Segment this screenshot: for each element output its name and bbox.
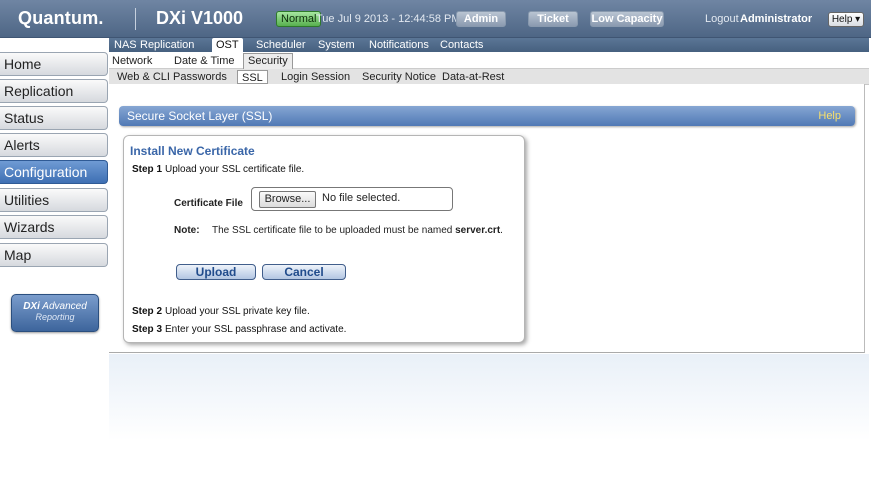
left-navigation: Home Replication Status Alerts Configura… [0, 38, 109, 478]
advanced-reporting-title: DXi Advanced [23, 301, 87, 312]
status-badge[interactable]: Normal [276, 11, 322, 27]
step-2-text: Upload your SSL private key file. [165, 306, 310, 317]
step-2: Step 2 Upload your SSL private key file. [132, 306, 310, 317]
lower-background [109, 354, 869, 478]
header-divider [135, 8, 136, 30]
tab-security[interactable]: Security [243, 53, 293, 69]
nav-alerts[interactable]: Alerts [0, 133, 108, 157]
nav-configuration[interactable]: Configuration [0, 160, 108, 184]
panel-title: Install New Certificate [130, 144, 255, 158]
browse-button[interactable]: Browse... [259, 191, 316, 208]
help-menu-button[interactable]: Help ▾ [828, 12, 864, 27]
cancel-button[interactable]: Cancel [262, 264, 346, 280]
tab-replication[interactable]: Replication [140, 38, 194, 52]
advanced-reporting-subtitle: Reporting [35, 312, 75, 322]
tab-notifications[interactable]: Notifications [369, 38, 429, 52]
upload-button[interactable]: Upload [176, 264, 256, 280]
certificate-file-label: Certificate File [174, 198, 243, 209]
nav-wizards[interactable]: Wizards [0, 215, 108, 239]
note-text: The SSL certificate file to be uploaded … [212, 225, 503, 236]
install-certificate-panel: Install New Certificate Step 1 Upload you… [123, 135, 525, 343]
tab-security-notice[interactable]: Security Notice [362, 70, 436, 84]
tab-date-time[interactable]: Date & Time [174, 54, 235, 68]
tab-nas[interactable]: NAS [114, 38, 137, 52]
step-3: Step 3 Enter your SSL passphrase and acti… [132, 324, 346, 335]
step-2-label: Step 2 [132, 306, 163, 317]
tab-ssl[interactable]: SSL [237, 70, 268, 84]
user-name: Administrator [740, 13, 813, 25]
ticket-button[interactable]: Ticket [528, 11, 578, 27]
admin-button[interactable]: Admin [456, 11, 506, 27]
step-1-text: Upload your SSL certificate file. [165, 164, 305, 175]
step-1: Step 1 Upload your SSL certificate file. [132, 164, 304, 175]
tab-data-at-rest[interactable]: Data-at-Rest [442, 70, 504, 84]
note-label: Note: [174, 225, 200, 236]
note-filename: server.crt [455, 225, 501, 236]
advanced-reporting-button[interactable]: DXi Advanced Reporting [11, 294, 99, 332]
nav-home[interactable]: Home [0, 52, 108, 76]
section-help-link[interactable]: Help [818, 106, 841, 126]
nav-replication[interactable]: Replication [0, 79, 108, 103]
nav-map[interactable]: Map [0, 243, 108, 267]
nav-status[interactable]: Status [0, 106, 108, 130]
section-title-bar: Secure Socket Layer (SSL) Help [119, 106, 855, 126]
tab-network[interactable]: Network [112, 54, 152, 68]
content-area: NAS Replication OST Scheduler System Not… [109, 38, 869, 478]
tab-scheduler[interactable]: Scheduler [256, 38, 306, 52]
product-name: DXi V1000 [156, 8, 244, 28]
low-capacity-button[interactable]: Low Capacity [590, 11, 664, 27]
tab-login-session[interactable]: Login Session [281, 70, 350, 84]
file-status-text: No file selected. [322, 192, 401, 204]
tertiary-tab-bar: Web & CLI Passwords SSL Login Session Se… [109, 69, 869, 85]
tab-system[interactable]: System [318, 38, 355, 52]
header-bar: Quantum. DXi V1000 Normal Tue Jul 9 2013… [0, 0, 871, 38]
quantum-logo: Quantum. [18, 8, 104, 28]
primary-tab-bar: NAS Replication OST Scheduler System Not… [109, 38, 869, 52]
secondary-tab-bar: Network Date & Time Security [109, 52, 869, 69]
section-title: Secure Socket Layer (SSL) [127, 109, 273, 123]
step-1-label: Step 1 [132, 164, 163, 175]
tab-contacts[interactable]: Contacts [440, 38, 483, 52]
nav-utilities[interactable]: Utilities [0, 188, 108, 212]
tab-web-cli-passwords[interactable]: Web & CLI Passwords [117, 70, 227, 84]
logout-link[interactable]: Logout [705, 13, 739, 25]
tab-ost[interactable]: OST [212, 38, 243, 52]
step-3-text: Enter your SSL passphrase and activate. [165, 324, 347, 335]
certificate-file-input[interactable]: Browse... No file selected. [251, 187, 453, 211]
step-3-label: Step 3 [132, 324, 163, 335]
